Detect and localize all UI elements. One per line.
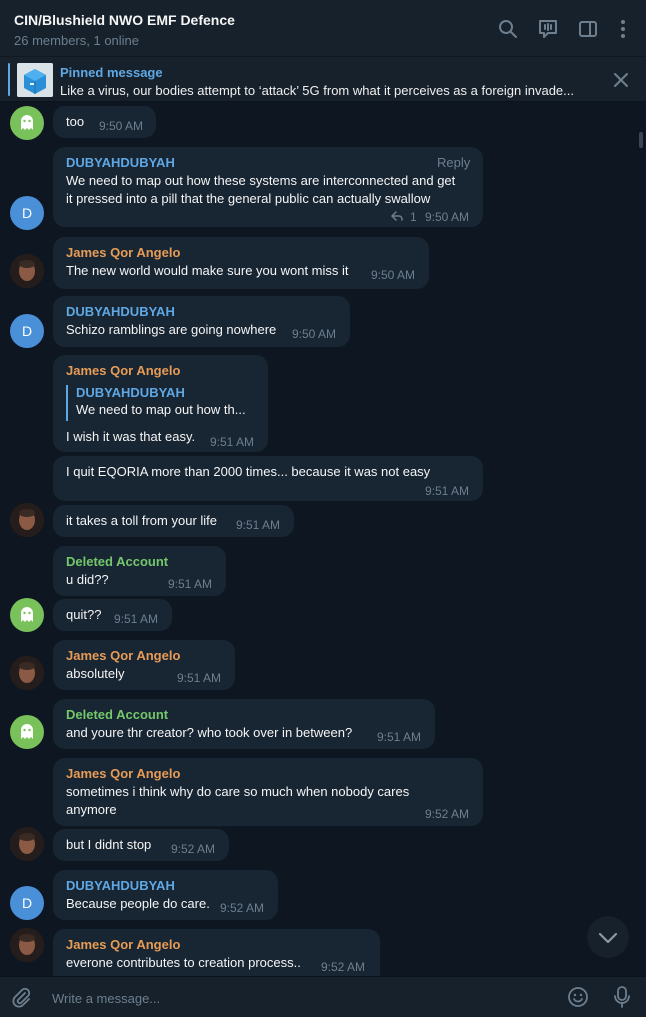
message-bubble[interactable]: DUBYAHDUBYAH Because people do care. 9:5… [53, 870, 278, 920]
message-text: Because people do care. [66, 896, 210, 911]
message-text: We need to map out how these systems are… [66, 173, 456, 188]
message-time: 9:50 AM [371, 268, 416, 282]
pinned-accent-bar [8, 63, 10, 96]
avatar-dubyahdubyah[interactable]: D [10, 196, 44, 230]
message-time: 9:52 AM [321, 960, 366, 974]
avatar-james-qor-angelo[interactable] [10, 928, 44, 962]
avatar-james-qor-angelo[interactable] [10, 656, 44, 690]
message-time: 9:50 AM [425, 210, 470, 224]
sender-name[interactable]: James Qor Angelo [66, 937, 180, 952]
message-bubble[interactable]: James Qor Angelo DUBYAHDUBYAH We need to… [53, 355, 268, 452]
message-text: I wish it was that easy. [66, 429, 196, 444]
sender-name[interactable]: James Qor Angelo [66, 766, 180, 781]
message-time: 9:52 AM [220, 901, 265, 915]
message-bubble[interactable]: too 9:50 AM [53, 106, 156, 138]
message-time: 9:50 AM [99, 119, 144, 133]
voice-chat-icon[interactable] [537, 18, 559, 40]
message-bubble[interactable]: DUBYAHDUBYAH Reply We need to map out ho… [53, 147, 483, 227]
quoted-text: We need to map out how th... [76, 402, 246, 417]
message-bubble[interactable]: James Qor Angelo absolutely 9:51 AM [53, 640, 235, 690]
pinned-message-bar[interactable]: Pinned message Like a virus, our bodies … [0, 57, 646, 102]
sender-name[interactable]: James Qor Angelo [66, 245, 180, 260]
message-bubble[interactable]: Deleted Account and youre thr creator? w… [53, 699, 435, 749]
message-time: 9:50 AM [292, 327, 337, 341]
message-bubble[interactable]: James Qor Angelo everone contributes to … [53, 929, 380, 976]
sender-name[interactable]: James Qor Angelo [66, 363, 180, 378]
message-bubble[interactable]: it takes a toll from your life 9:51 AM [53, 505, 294, 537]
message-time: 9:52 AM [425, 807, 470, 821]
close-icon[interactable] [612, 71, 630, 89]
avatar-deleted-account[interactable] [10, 598, 44, 632]
reply-count[interactable]: 1 [410, 210, 417, 224]
chat-title[interactable]: CIN/Blushield NWO EMF Defence [14, 12, 235, 28]
message-bubble[interactable]: James Qor Angelo sometimes i think why d… [53, 758, 483, 826]
sender-name[interactable]: DUBYAHDUBYAH [66, 304, 175, 319]
message-text: Schizo ramblings are going nowhere [66, 322, 277, 337]
message-time: 9:52 AM [171, 842, 216, 856]
message-bubble[interactable]: I quit EQORIA more than 2000 times... be… [53, 456, 483, 501]
scroll-to-bottom-button[interactable] [587, 916, 629, 958]
message-time: 9:51 AM [177, 671, 222, 685]
message-text: but I didnt stop [66, 837, 152, 852]
message-text: The new world would make sure you wont m… [66, 263, 349, 278]
message-text: it pressed into a pill that the general … [66, 191, 431, 206]
avatar-james-qor-angelo[interactable] [10, 503, 44, 537]
sidebar-toggle-icon[interactable] [577, 18, 599, 40]
avatar-deleted-account[interactable] [10, 106, 44, 140]
scrollbar-thumb[interactable] [639, 132, 643, 148]
message-text: and youre thr creator? who took over in … [66, 725, 353, 740]
chat-header: CIN/Blushield NWO EMF Defence 26 members… [0, 0, 646, 57]
reply-arrow-icon[interactable] [390, 210, 404, 222]
avatar-james-qor-angelo[interactable] [10, 254, 44, 288]
avatar-james-qor-angelo[interactable] [10, 827, 44, 861]
message-text: I quit EQORIA more than 2000 times... be… [66, 464, 431, 479]
message-time: 9:51 AM [168, 577, 213, 591]
quoted-sender: DUBYAHDUBYAH [76, 385, 185, 400]
search-icon[interactable] [497, 18, 519, 40]
message-text: quit?? [66, 607, 102, 622]
pinned-thumbnail [17, 63, 53, 97]
member-count: 26 members, 1 online [14, 33, 140, 48]
message-text: it takes a toll from your life [66, 513, 217, 528]
avatar-letter: D [21, 323, 33, 339]
reply-button[interactable]: Reply [437, 155, 470, 170]
avatar-deleted-account[interactable] [10, 715, 44, 749]
chevron-down-icon [598, 932, 618, 944]
message-time: 9:51 AM [236, 518, 281, 532]
attach-icon[interactable] [10, 986, 32, 1008]
message-time: 9:51 AM [114, 612, 159, 626]
message-text: everone contributes to creation process.… [66, 955, 301, 970]
sender-name[interactable]: Deleted Account [66, 554, 168, 569]
message-text: too [66, 114, 85, 129]
message-bubble[interactable]: DUBYAHDUBYAH Schizo ramblings are going … [53, 296, 350, 347]
message-time: 9:51 AM [210, 435, 255, 449]
avatar-letter: D [21, 895, 33, 911]
message-text: anymore [66, 802, 117, 817]
more-icon[interactable] [612, 18, 634, 40]
sender-name[interactable]: Deleted Account [66, 707, 168, 722]
message-input[interactable] [50, 985, 554, 1011]
pinned-text: Like a virus, our bodies attempt to ‘att… [60, 83, 574, 98]
message-time: 9:51 AM [377, 730, 422, 744]
message-text: u did?? [66, 572, 109, 587]
message-composer [0, 976, 646, 1017]
message-bubble[interactable]: quit?? 9:51 AM [53, 599, 172, 631]
quoted-message[interactable]: DUBYAHDUBYAH We need to map out how th..… [66, 385, 246, 421]
sender-name[interactable]: DUBYAHDUBYAH [66, 878, 175, 893]
message-text: sometimes i think why do care so much wh… [66, 784, 410, 799]
avatar-dubyahdubyah[interactable]: D [10, 886, 44, 920]
message-bubble[interactable]: Deleted Account u did?? 9:51 AM [53, 546, 226, 596]
sender-name[interactable]: DUBYAHDUBYAH [66, 155, 175, 170]
microphone-icon[interactable] [611, 985, 633, 1009]
avatar-letter: D [21, 205, 33, 221]
pinned-title: Pinned message [60, 65, 163, 80]
message-text: absolutely [66, 666, 125, 681]
message-time: 9:51 AM [425, 484, 470, 498]
emoji-icon[interactable] [567, 986, 589, 1008]
sender-name[interactable]: James Qor Angelo [66, 648, 180, 663]
message-bubble[interactable]: but I didnt stop 9:52 AM [53, 829, 229, 861]
avatar-dubyahdubyah[interactable]: D [10, 314, 44, 348]
message-bubble[interactable]: James Qor Angelo The new world would mak… [53, 237, 429, 289]
